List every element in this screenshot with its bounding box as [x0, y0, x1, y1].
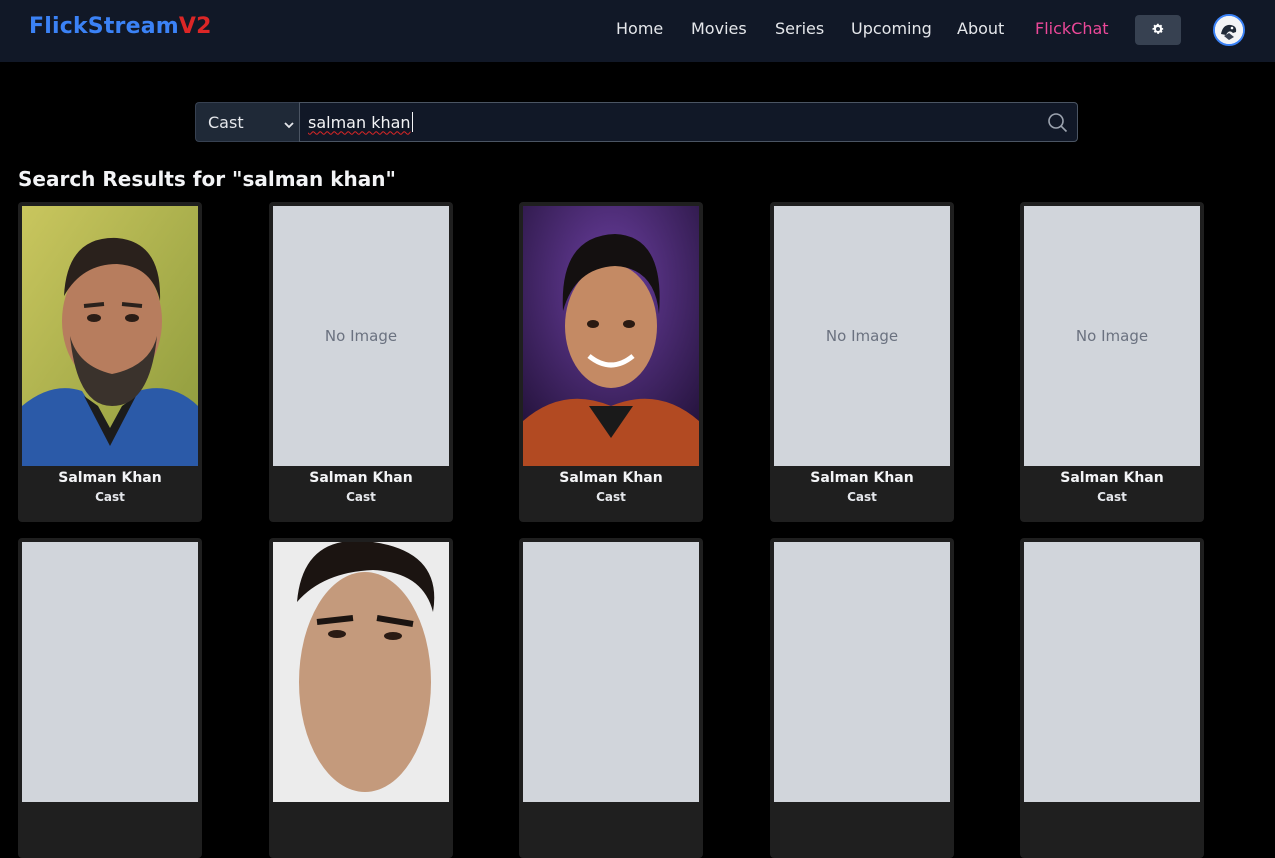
user-avatar[interactable] — [1213, 14, 1245, 46]
result-card[interactable]: No Image Salman Khan Cast — [269, 202, 453, 522]
person-name: Salman Khan — [810, 470, 914, 486]
person-name: Salman Khan — [559, 470, 663, 486]
person-photo — [523, 206, 699, 466]
person-photo — [273, 542, 449, 802]
result-card[interactable] — [770, 538, 954, 858]
search-type-select[interactable]: Cast — [195, 102, 299, 142]
nav-movies[interactable]: Movies — [691, 19, 747, 38]
search-icon[interactable] — [1047, 112, 1068, 137]
image-placeholder: No Image — [1024, 206, 1200, 466]
navbar: FlickStreamV2 Home Movies Series Upcomin… — [0, 0, 1275, 62]
result-card[interactable]: Salman Khan Cast — [519, 202, 703, 522]
nav-about[interactable]: About — [957, 19, 1004, 38]
no-image-label: No Image — [1075, 327, 1149, 345]
person-role: Cast — [1097, 490, 1127, 504]
text-caret — [411, 112, 413, 132]
result-card[interactable] — [1020, 538, 1204, 858]
person-name: Salman Khan — [1060, 470, 1164, 486]
image-placeholder — [523, 542, 699, 802]
search-query-text: salman khan — [308, 112, 411, 132]
result-card[interactable] — [18, 538, 202, 858]
image-placeholder — [22, 542, 198, 802]
result-card[interactable] — [519, 538, 703, 858]
image-placeholder — [774, 542, 950, 802]
nav-links: Home Movies Series Upcoming About FlickC… — [0, 0, 1275, 62]
avatar-icon — [1215, 16, 1243, 44]
result-card[interactable]: No Image Salman Khan Cast — [1020, 202, 1204, 522]
results-title: Search Results for "salman khan" — [18, 167, 396, 191]
result-card[interactable]: Salman Khan Cast — [18, 202, 202, 522]
person-role: Cast — [346, 490, 376, 504]
nav-flickchat[interactable]: FlickChat — [1035, 19, 1109, 38]
result-card[interactable] — [269, 538, 453, 858]
person-role: Cast — [847, 490, 877, 504]
person-photo — [22, 206, 198, 466]
chevron-down-icon — [283, 116, 295, 135]
search-type-value: Cast — [208, 112, 244, 132]
person-name: Salman Khan — [58, 470, 162, 486]
person-name: Salman Khan — [309, 470, 413, 486]
nav-series[interactable]: Series — [775, 19, 824, 38]
no-image-label: No Image — [324, 327, 398, 345]
person-role: Cast — [596, 490, 626, 504]
theme-toggle-button[interactable] — [1135, 15, 1181, 45]
image-placeholder — [1024, 542, 1200, 802]
image-placeholder: No Image — [774, 206, 950, 466]
result-card[interactable]: No Image Salman Khan Cast — [770, 202, 954, 522]
gear-icon — [1151, 21, 1165, 40]
image-placeholder: No Image — [273, 206, 449, 466]
person-role: Cast — [95, 490, 125, 504]
nav-upcoming[interactable]: Upcoming — [851, 19, 932, 38]
search-bar: Cast salman khan — [195, 102, 1078, 142]
no-image-label: No Image — [825, 327, 899, 345]
nav-home[interactable]: Home — [616, 19, 663, 38]
search-input[interactable]: salman khan — [299, 102, 1078, 142]
